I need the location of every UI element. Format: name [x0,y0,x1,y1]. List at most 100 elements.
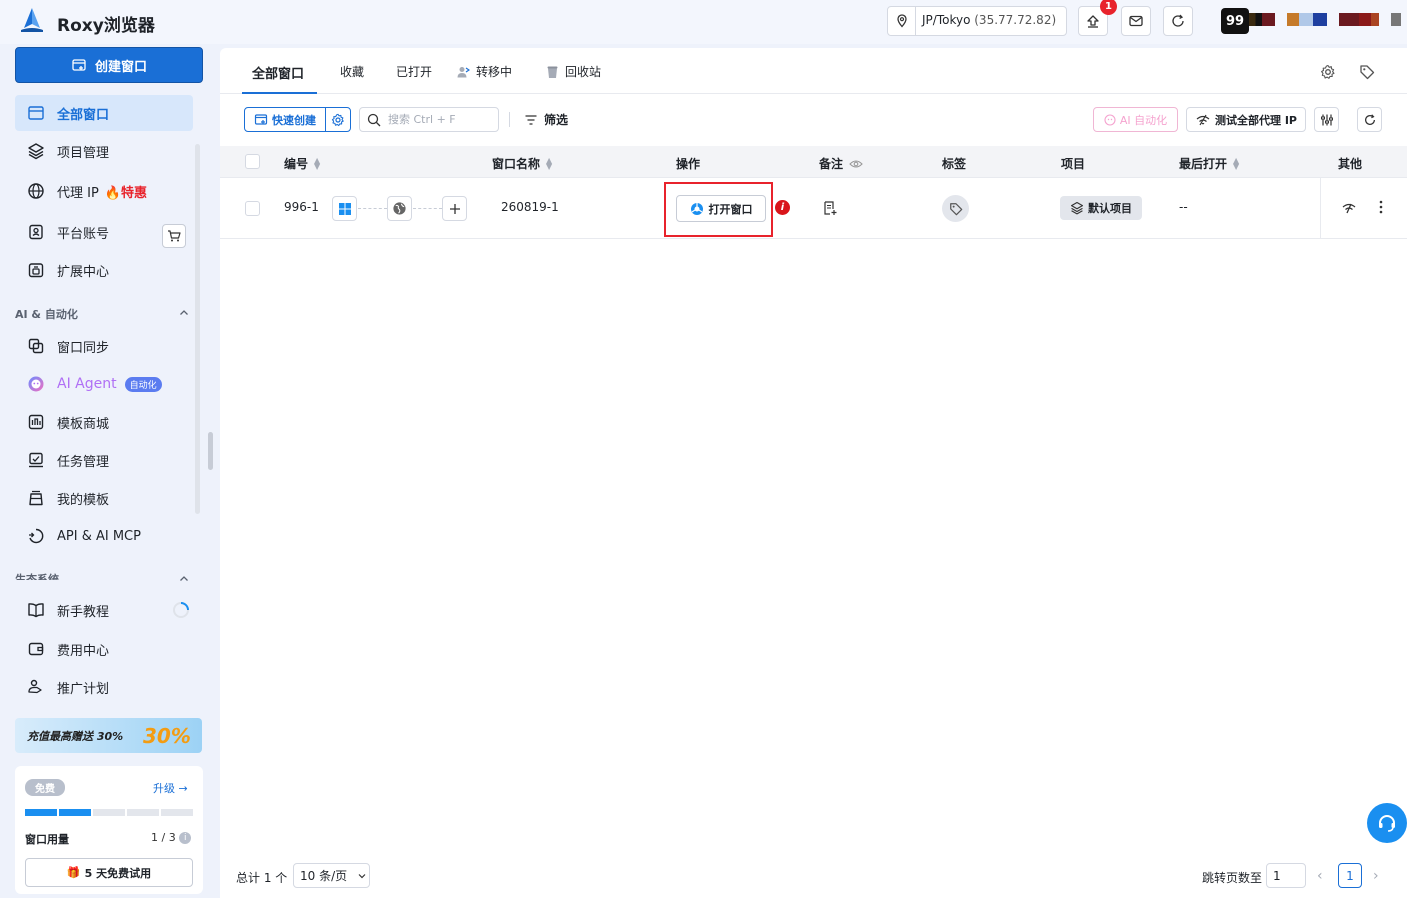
ai-agent-icon [26,374,46,394]
promo-banner[interactable]: 充值最高赠送 30% 30% [15,718,202,753]
sidebar-item-accounts[interactable]: 平台账号 [15,214,193,250]
quick-create-button[interactable]: 快速创建 [245,108,326,131]
chevron-down-icon [358,873,366,878]
tag-icon[interactable] [1359,64,1375,80]
row-window-name[interactable]: 260819-1 [501,200,559,214]
column-header-label: 编号 [284,157,309,171]
api-icon [26,526,46,546]
column-header-id[interactable]: 编号 ▲ ▼ [284,155,320,172]
alert-info-icon[interactable]: i [775,200,790,215]
settings-gear-icon[interactable] [1320,64,1336,80]
avatar-pixel-strip [1339,13,1379,26]
page-number[interactable]: 1 [1338,863,1362,888]
more-icon[interactable] [1379,200,1383,214]
row-checkbox[interactable] [245,201,260,216]
mail-button[interactable] [1121,6,1151,36]
filter-icon [525,114,537,125]
sidebar-item-proxy-ip[interactable]: 代理 IP 🔥特惠 [15,173,193,209]
quick-create-settings-button[interactable] [326,108,350,131]
sort-icon: ▲ ▼ [546,155,553,171]
tab-trash[interactable]: 回收站 [546,63,601,80]
page-size-select[interactable]: 10 条/页 [293,863,370,888]
create-window-button[interactable]: 创建窗口 [15,47,203,83]
sidebar-item-window-sync[interactable]: 窗口同步 [15,328,193,364]
add-tag-button[interactable] [942,195,969,222]
section-ai-title: AI & 自动化 [15,308,78,321]
tab-opened[interactable]: 已打开 [396,63,432,80]
windows-os-icon [332,196,357,221]
sidebar-item-label: 新手教程 [57,604,110,620]
add-button[interactable] [442,196,467,221]
sidebar-item-label: 推广计划 [57,681,110,697]
wifi-signal-icon[interactable] [1341,202,1357,214]
browser-icon [690,202,703,215]
reload-list-button[interactable] [1357,107,1382,132]
prev-page-icon[interactable]: ‹ [1317,868,1323,884]
sidebar-item-tasks[interactable]: 任务管理 [15,442,193,478]
sidebar-item-api[interactable]: API & AI MCP [15,518,193,554]
select-all-checkbox[interactable] [245,154,260,169]
jump-page-input[interactable]: 1 [1266,863,1306,888]
account-icon [26,222,46,242]
promo-text: 充值最高赠送 30% [27,730,124,743]
trash-icon [547,66,558,78]
ai-automation-label: AI 自动化 [1119,113,1168,127]
usage-bar-segment [59,809,91,816]
column-header-label: 备注 [819,157,844,171]
gear-icon [331,113,344,126]
column-header-label: 最后打开 [1179,157,1228,171]
create-window-label: 创建窗口 [94,59,147,75]
open-window-button[interactable]: 打开窗口 [676,195,766,222]
tab-favorites[interactable]: 收藏 [340,63,364,80]
chevron-up-icon[interactable] [178,573,190,585]
sidebar-item-projects[interactable]: 项目管理 [15,133,193,169]
avatar[interactable]: 99 [1221,8,1249,34]
proxy-globe-button[interactable] [387,196,412,221]
info-icon[interactable]: i [179,832,192,844]
edit-remark-icon[interactable] [822,200,838,216]
project-pill[interactable]: 默认项目 [1060,196,1142,220]
table-row[interactable]: 996-1 260819-1 打开窗口 i 默认项目 -- [220,178,1407,239]
sidebar-scroll-thumb[interactable] [208,432,213,470]
filter-button[interactable]: 筛选 [524,111,568,128]
hot-badge: 🔥特惠 [104,185,148,201]
search-input[interactable] [388,113,488,126]
tab-all-windows[interactable]: 全部窗口 [252,63,304,82]
column-header-name[interactable]: 窗口名称 ▲ ▼ [492,155,552,172]
pagination-bar: 总计 1 个 10 条/页 跳转页数至 1 ‹ 1 › [220,863,1407,893]
sidebar-item-affiliate[interactable]: 推广计划 [15,669,193,705]
sidebar-item-label: 平台账号 [57,226,110,242]
ai-smile-icon [1104,113,1116,126]
customer-support-button[interactable] [1367,803,1407,843]
sync-icon [26,336,46,356]
sidebar-item-my-templates[interactable]: 我的模板 [15,480,193,516]
tab-transferring[interactable]: 转移中 [456,63,512,80]
free-trial-button[interactable]: 🎁 5 天免费试用 [25,858,193,887]
sidebar-item-ai-agent[interactable]: AI Agent 自动化 [15,366,193,402]
loading-spinner-icon [172,601,190,619]
sidebar-item-label: 扩展中心 [57,264,110,280]
sidebar-scrollbar[interactable] [195,144,200,514]
upgrade-link[interactable]: 升级 → [153,780,188,796]
sidebar-item-label: 任务管理 [57,454,110,470]
sidebar-item-template-store[interactable]: 模板商城 [15,404,193,440]
connector-line [413,208,442,209]
next-page-icon[interactable]: › [1373,868,1379,884]
sort-icon: ▲ ▼ [1233,155,1240,171]
column-header-remark: 备注 [819,155,863,172]
extension-icon [26,260,46,280]
column-settings-button[interactable] [1314,107,1339,132]
tag-icon [949,202,962,215]
refresh-button[interactable] [1163,6,1193,36]
location-selector[interactable]: JP/Tokyo (35.77.72.82) [887,6,1067,36]
sidebar-item-all-windows[interactable]: 全部窗口 [15,95,193,131]
test-all-proxy-button[interactable]: 测试全部代理 IP [1186,107,1306,132]
chevron-up-icon[interactable] [178,307,190,319]
sidebar-item-extensions[interactable]: 扩展中心 [15,252,193,288]
top-bar: Roxy浏览器 JP/Tokyo (35.77.72.82) 1 99 [0,0,1407,44]
ai-automation-button[interactable]: AI 自动化 [1093,107,1178,132]
sidebar-item-tutorial[interactable]: 新手教程 [15,592,193,628]
usage-bar-segment [127,809,159,816]
sidebar-item-billing[interactable]: 费用中心 [15,631,193,667]
column-header-last-open[interactable]: 最后打开 ▲ ▼ [1179,155,1239,172]
